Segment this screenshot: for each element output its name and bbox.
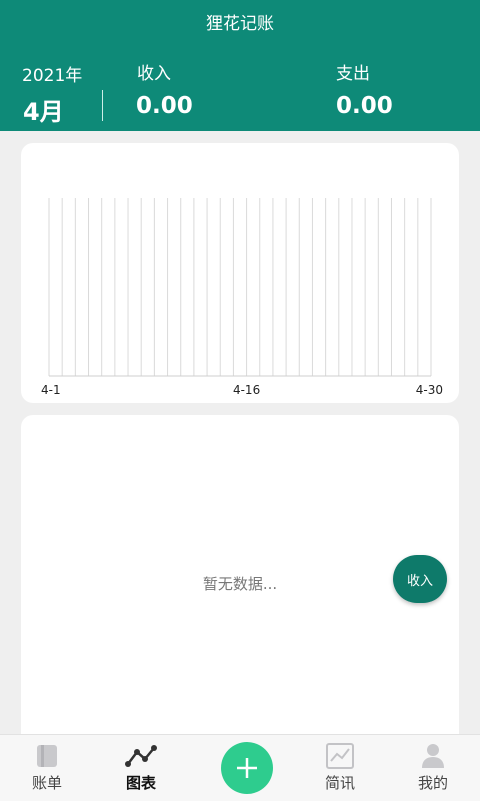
tab-news[interactable]: 简讯 (295, 735, 385, 801)
trend-icon (326, 743, 354, 769)
app-header: 狸花记账 2021年 4月 收入 0.00 支出 0.00 (0, 0, 480, 131)
plus-icon (237, 758, 257, 778)
user-icon (421, 743, 445, 769)
daily-chart-card: 4-1 4-16 4-30 (21, 143, 459, 403)
month-selector[interactable]: 4月 (23, 92, 64, 127)
year-selector[interactable]: 2021年 (22, 61, 82, 86)
chart-line-icon (125, 743, 157, 769)
expense-value: 0.00 (336, 93, 393, 119)
x-tick-label: 4-1 (41, 383, 61, 397)
income-value: 0.00 (136, 93, 193, 119)
tab-news-label: 简讯 (324, 774, 355, 792)
x-tick-label: 4-30 (416, 383, 443, 397)
bottom-tab-bar: 账单 图表 简讯 我的 (0, 734, 480, 801)
tab-mine[interactable]: 我的 (388, 735, 478, 801)
book-icon (35, 743, 59, 769)
daily-chart: 4-1 4-16 4-30 (41, 198, 443, 397)
divider (102, 90, 103, 121)
app-title: 狸花记账 (206, 14, 274, 34)
tab-charts[interactable]: 图表 (96, 735, 186, 801)
tab-mine-label: 我的 (417, 774, 448, 792)
income-label: 收入 (137, 64, 171, 84)
income-toggle-button[interactable]: 收入 (393, 555, 447, 603)
tab-bills[interactable]: 账单 (2, 735, 92, 801)
tab-bills-label: 账单 (31, 774, 62, 792)
add-record-button[interactable] (221, 742, 273, 794)
x-tick-label: 4-16 (233, 383, 260, 397)
tab-charts-label: 图表 (125, 774, 156, 792)
expense-label: 支出 (336, 64, 370, 84)
